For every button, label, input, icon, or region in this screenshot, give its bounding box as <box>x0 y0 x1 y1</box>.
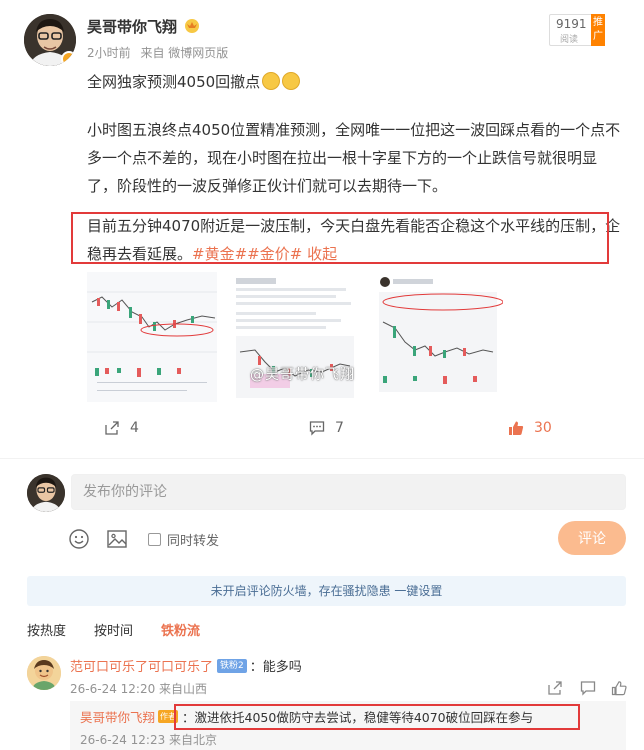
comment-sort-tabs: 按热度 按时间 铁粉流 <box>27 620 200 639</box>
comment-icon <box>309 421 325 436</box>
promote-tag[interactable]: 推广 <box>591 14 605 46</box>
emoji-icon[interactable] <box>68 528 90 550</box>
share-icon <box>548 681 562 695</box>
comment-firewall-notice[interactable]: 未开启评论防火墙，存在骚扰隐患 一键设置 <box>27 576 626 606</box>
composer-toolbar: 同时转发 <box>68 528 219 550</box>
read-label: 阅读 <box>560 35 579 45</box>
chart-thumbnail-1[interactable] <box>87 272 217 402</box>
commenter-avatar[interactable] <box>27 656 61 690</box>
comment-count: 7 <box>335 420 344 436</box>
like-count: 30 <box>534 420 552 436</box>
comment-input[interactable]: 发布你的评论 <box>71 474 626 510</box>
submit-comment-button[interactable]: 评论 <box>558 521 626 555</box>
like-button[interactable]: 30 <box>508 420 552 436</box>
read-count: 9191 <box>556 17 587 31</box>
reply-author-name[interactable]: 昊哥带你飞翔 <box>80 707 155 726</box>
reply-highlight-box <box>174 704 580 730</box>
share-button[interactable]: 4 <box>104 420 139 436</box>
annotation-highlight-box <box>71 212 609 264</box>
tab-by-time[interactable]: 按时间 <box>94 620 133 639</box>
tab-by-popularity[interactable]: 按热度 <box>27 620 66 639</box>
thumbs-up-icon <box>509 421 524 435</box>
thinking-emoji-icon <box>262 72 281 90</box>
tab-iron-fans[interactable]: 铁粉流 <box>161 620 200 639</box>
comment-text: ：能多吗 <box>249 660 302 675</box>
comment-meta: 26-6-24 12:20 来自山西 <box>70 682 208 696</box>
author-name[interactable]: 昊哥带你飞翔 <box>87 16 177 37</box>
post-time[interactable]: 2小时前 <box>87 46 131 60</box>
comment-like-button[interactable] <box>611 680 627 696</box>
post-paragraph: 小时图五浪终点4050位置精准预测，全网唯一一位把这一波回踩点看的一个点不多一个… <box>87 121 621 195</box>
thinking-emoji-icon <box>282 72 301 90</box>
commenter-name[interactable]: 范可口可乐了可口可乐了 <box>70 656 213 675</box>
repost-checkbox[interactable] <box>148 532 161 546</box>
post-action-bar: 4 7 30 <box>0 420 644 446</box>
image-watermark: @昊哥带你飞翔 <box>250 367 355 383</box>
verified-badge-icon <box>61 51 76 66</box>
share-count: 4 <box>130 420 139 436</box>
comment-reply-button[interactable] <box>580 680 596 696</box>
post-meta: 2小时前 来自 微博网页版 <box>87 44 234 61</box>
crown-icon <box>185 19 199 33</box>
post-headline: 全网独家预测4050回撤点 <box>87 68 622 96</box>
comment-body: 范可口可乐了可口可乐了 铁粉2 ：能多吗 <box>70 656 302 675</box>
reply-meta: 26-6-24 12:23 来自北京 <box>80 733 218 747</box>
thumbs-up-icon <box>611 681 627 696</box>
section-divider <box>0 458 644 459</box>
repost-label[interactable]: 同时转发 <box>167 530 219 549</box>
author-avatar[interactable] <box>24 14 76 66</box>
headline-text: 全网独家预测4050回撤点 <box>87 73 261 91</box>
post-source: 来自 微博网页版 <box>140 46 229 60</box>
comment-icon <box>580 681 596 696</box>
iron-fan-badge: 铁粉2 <box>217 658 247 673</box>
image-upload-icon[interactable] <box>106 528 128 550</box>
share-icon <box>105 421 119 435</box>
comment-share-button[interactable] <box>547 680 563 696</box>
comment-button[interactable]: 7 <box>309 420 344 436</box>
chart-thumbnail-3[interactable] <box>373 272 503 402</box>
current-user-avatar[interactable] <box>27 474 65 512</box>
read-count-badge[interactable]: 9191 阅读 推广 <box>549 14 605 46</box>
